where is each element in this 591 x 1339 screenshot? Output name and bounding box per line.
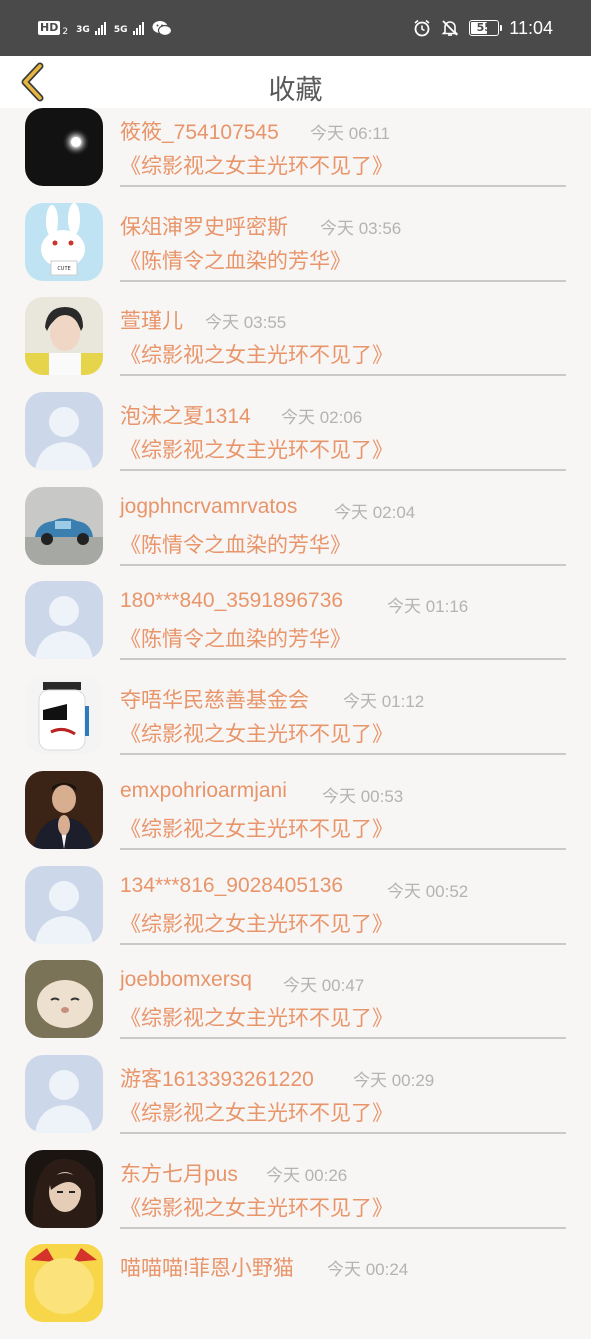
list-item[interactable]: joebbomxersq 今天 00:47 《综影视之女主光环不见了》 bbox=[0, 960, 591, 1055]
timestamp: 今天 00:53 bbox=[322, 786, 404, 806]
book-title-link[interactable]: 《综影视之女主光环不见了》 bbox=[120, 150, 393, 180]
divider bbox=[120, 185, 566, 187]
timestamp: 今天 00:26 bbox=[266, 1165, 348, 1185]
timestamp: 今天 01:12 bbox=[343, 692, 425, 712]
battery-icon: 55 bbox=[469, 20, 503, 36]
list-item[interactable]: 游客1613393261220 今天 00:29 《综影视之女主光环不见了》 bbox=[0, 1054, 591, 1150]
user-name[interactable]: 夺唔华民慈善基金会 bbox=[120, 684, 309, 714]
user-name[interactable]: joebbomxersq bbox=[120, 968, 252, 992]
mute-icon bbox=[441, 20, 459, 36]
divider bbox=[120, 753, 566, 756]
list-item[interactable]: 泡沫之夏1314 今天 02:06 《综影视之女主光环不见了》 bbox=[0, 392, 591, 487]
book-title-link[interactable]: 《综影视之女主光环不见了》 bbox=[120, 1097, 393, 1127]
svg-text:CUTE: CUTE bbox=[57, 266, 70, 272]
avatar[interactable] bbox=[25, 1149, 103, 1228]
status-right: 55 11:04 bbox=[413, 0, 553, 56]
battery-level: 55 bbox=[476, 21, 492, 34]
list-item[interactable]: 夺唔华民慈善基金会 今天 01:12 《综影视之女主光环不见了》 bbox=[0, 676, 591, 771]
list-item[interactable]: emxpohrioarmjani 今天 00:53 《综影视之女主光环不见了》 bbox=[0, 770, 591, 866]
top-app-bar: 收藏 bbox=[0, 56, 591, 108]
timestamp: 今天 03:55 bbox=[205, 313, 287, 333]
avatar[interactable] bbox=[25, 392, 103, 471]
divider bbox=[120, 469, 566, 472]
list-item[interactable]: 134***816_9028405136 今天 00:52 《综影视之女主光环不见了… bbox=[0, 865, 591, 961]
avatar[interactable] bbox=[25, 297, 103, 376]
book-title-link[interactable]: 《综影视之女主光环不见了》 bbox=[120, 908, 393, 938]
timestamp: 今天 03:56 bbox=[320, 218, 402, 238]
user-name[interactable]: jogphncrvamrvatos bbox=[120, 495, 297, 519]
divider bbox=[120, 658, 566, 661]
divider bbox=[120, 374, 566, 377]
list-item[interactable]: 萱瑾儿 今天 03:55 《综影视之女主光环不见了》 bbox=[0, 297, 591, 392]
user-name[interactable]: 萱瑾儿 bbox=[120, 305, 183, 335]
divider bbox=[120, 942, 566, 945]
clock: 11:04 bbox=[509, 17, 553, 38]
divider bbox=[120, 1226, 566, 1229]
avatar[interactable] bbox=[25, 581, 103, 660]
divider bbox=[120, 847, 566, 850]
list-item[interactable]: 喵喵喵!菲恩小野猫 今天 00:24 bbox=[0, 1244, 591, 1339]
book-title-link[interactable]: 《综影视之女主光环不见了》 bbox=[120, 339, 393, 369]
favorites-list: 筱筱_754107545 今天 06:11 《综影视之女主光环不见了》 CUTE 保俎渖… bbox=[0, 108, 591, 1339]
timestamp: 今天 00:52 bbox=[387, 881, 469, 901]
divider bbox=[120, 563, 566, 566]
avatar[interactable] bbox=[25, 770, 103, 849]
book-title-link[interactable]: 《综影视之女主光环不见了》 bbox=[120, 434, 393, 464]
net-label-2: 5G bbox=[113, 25, 128, 35]
timestamp: 今天 00:29 bbox=[353, 1070, 435, 1090]
list-item[interactable]: 东方七月pus 今天 00:26 《综影视之女主光环不见了》 bbox=[0, 1149, 591, 1245]
signal-5g-icon: 5G bbox=[114, 21, 144, 35]
page-title: 收藏 bbox=[268, 75, 323, 106]
user-name[interactable]: emxpohrioarmjani bbox=[120, 779, 287, 803]
status-left: HD 2 3G 5G bbox=[38, 0, 172, 56]
divider bbox=[120, 279, 566, 282]
avatar[interactable] bbox=[25, 960, 103, 1039]
wechat-icon bbox=[152, 20, 172, 36]
user-name[interactable]: 180***840_3591896736 bbox=[120, 589, 343, 613]
user-name[interactable]: 东方七月pus bbox=[120, 1158, 238, 1188]
avatar[interactable] bbox=[25, 1054, 103, 1133]
divider bbox=[120, 1037, 566, 1040]
alarm-icon bbox=[414, 19, 430, 37]
timestamp: 今天 02:04 bbox=[334, 502, 416, 522]
avatar[interactable] bbox=[25, 676, 103, 755]
avatar[interactable]: CUTE bbox=[25, 202, 103, 281]
signal-3g-icon: 3G bbox=[76, 21, 106, 35]
book-title-link[interactable]: 《综影视之女主光环不见了》 bbox=[120, 813, 393, 843]
book-title-link[interactable]: 《陈情令之血染的芳华》 bbox=[120, 529, 351, 559]
avatar[interactable] bbox=[25, 486, 103, 565]
avatar[interactable] bbox=[25, 108, 103, 186]
divider bbox=[120, 1131, 566, 1134]
user-name[interactable]: 134***816_9028405136 bbox=[120, 874, 343, 898]
avatar[interactable] bbox=[25, 865, 103, 944]
status-bar: HD 2 3G 5G 55 11:04 bbox=[0, 0, 591, 56]
user-name[interactable]: 泡沫之夏1314 bbox=[120, 400, 251, 430]
hd-voice-icon: HD bbox=[38, 21, 61, 35]
list-item[interactable]: 180***840_3591896736 今天 01:16 《陈情令之血染的芳华》 bbox=[0, 581, 591, 676]
book-title-link[interactable]: 《综影视之女主光环不见了》 bbox=[120, 718, 393, 748]
user-name[interactable]: 保俎渖罗史呼密斯 bbox=[120, 211, 288, 241]
list-item[interactable]: CUTE 保俎渖罗史呼密斯 今天 03:56 《陈情令之血染的芳华》 bbox=[0, 202, 591, 298]
hd-sub-label: 2 bbox=[62, 27, 69, 37]
timestamp: 今天 00:47 bbox=[283, 976, 365, 996]
net-label-1: 3G bbox=[76, 25, 90, 35]
avatar[interactable] bbox=[25, 1244, 103, 1323]
timestamp: 今天 02:06 bbox=[281, 408, 363, 428]
user-name[interactable]: 筱筱_754107545 bbox=[120, 116, 279, 146]
list-item[interactable]: jogphncrvamrvatos 今天 02:04 《陈情令之血染的芳华》 bbox=[0, 486, 591, 582]
timestamp: 今天 01:16 bbox=[387, 597, 469, 617]
timestamp: 今天 00:24 bbox=[327, 1260, 409, 1280]
book-title-link[interactable]: 《陈情令之血染的芳华》 bbox=[120, 245, 351, 275]
timestamp: 今天 06:11 bbox=[310, 124, 391, 143]
user-name[interactable]: 喵喵喵!菲恩小野猫 bbox=[120, 1252, 294, 1282]
book-title-link[interactable]: 《陈情令之血染的芳华》 bbox=[120, 623, 351, 653]
book-title-link[interactable]: 《综影视之女主光环不见了》 bbox=[120, 1192, 393, 1222]
user-name[interactable]: 游客1613393261220 bbox=[120, 1063, 314, 1093]
book-title-link[interactable]: 《综影视之女主光环不见了》 bbox=[120, 1002, 393, 1032]
list-item[interactable]: 筱筱_754107545 今天 06:11 《综影视之女主光环不见了》 bbox=[0, 108, 591, 203]
